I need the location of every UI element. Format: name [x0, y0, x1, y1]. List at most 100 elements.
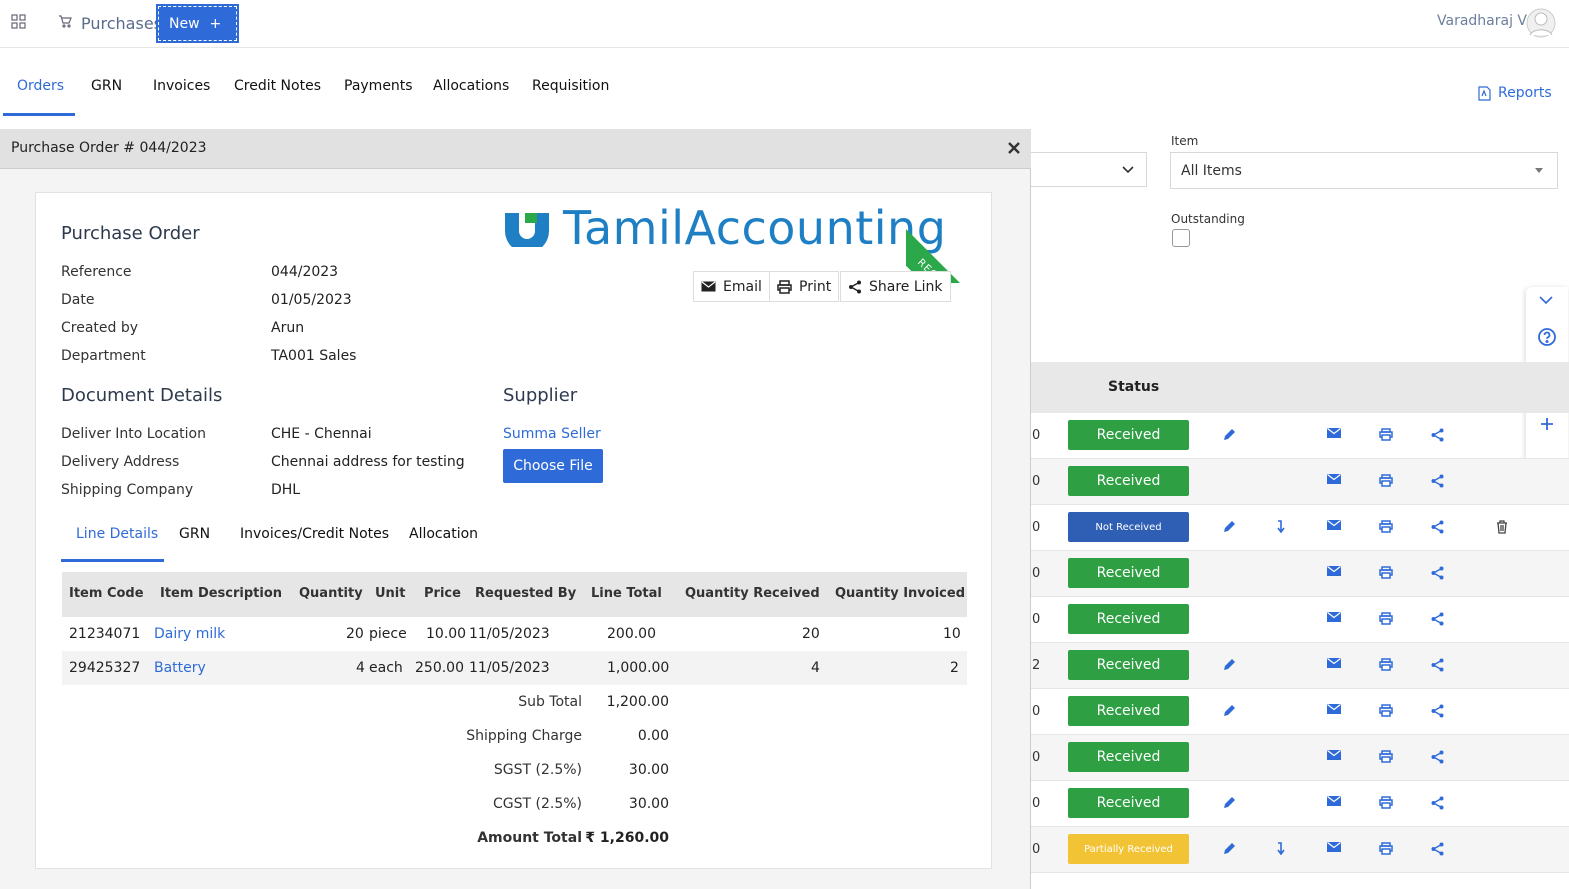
- th-quantity-received[interactable]: Quantity Received: [685, 586, 820, 601]
- list-row[interactable]: 0 Not Received: [1030, 505, 1569, 551]
- row-count-cell: 0: [1032, 566, 1041, 581]
- subtab-allocation[interactable]: Allocation: [409, 526, 478, 542]
- list-row[interactable]: 2 Received: [1030, 643, 1569, 689]
- email-icon[interactable]: [1327, 796, 1341, 807]
- th-quantity[interactable]: Quantity: [299, 586, 363, 601]
- status-column-header[interactable]: Status: [1108, 379, 1159, 395]
- supplier-link[interactable]: Summa Seller: [503, 426, 601, 442]
- edit-icon[interactable]: [1223, 520, 1236, 533]
- share-icon[interactable]: [1431, 428, 1444, 442]
- share-link-button[interactable]: Share Link: [840, 271, 951, 302]
- avatar[interactable]: [1526, 6, 1556, 40]
- edit-icon[interactable]: [1223, 796, 1236, 809]
- cell-unit: piece: [369, 626, 407, 642]
- print-icon[interactable]: [1379, 474, 1393, 487]
- share-icon[interactable]: [1431, 750, 1444, 764]
- choose-file-button[interactable]: Choose File: [503, 449, 603, 483]
- tab-orders[interactable]: Orders: [17, 78, 64, 94]
- print-icon[interactable]: [1379, 658, 1393, 671]
- email-icon[interactable]: [1327, 750, 1341, 761]
- cgst-label: CGST (2.5%): [492, 796, 582, 812]
- th-requested-by[interactable]: Requested By: [475, 586, 576, 601]
- email-icon[interactable]: [1327, 566, 1341, 577]
- print-icon[interactable]: [1379, 566, 1393, 579]
- outstanding-checkbox[interactable]: [1172, 229, 1190, 247]
- print-icon[interactable]: [1379, 750, 1393, 763]
- edit-icon[interactable]: [1223, 428, 1236, 441]
- receive-icon[interactable]: [1275, 520, 1287, 534]
- status-badge: Not Received: [1068, 512, 1189, 542]
- new-button[interactable]: New +: [156, 4, 239, 43]
- help-icon[interactable]: [1537, 327, 1557, 347]
- th-item-description[interactable]: Item Description: [160, 586, 282, 601]
- status-badge: Received: [1068, 604, 1189, 634]
- reports-link[interactable]: Reports: [1478, 85, 1552, 101]
- edit-icon[interactable]: [1223, 704, 1236, 717]
- print-icon[interactable]: [1379, 796, 1393, 809]
- receive-icon[interactable]: [1275, 842, 1287, 856]
- share-icon[interactable]: [1431, 520, 1444, 534]
- cell-item-description[interactable]: Battery: [154, 660, 206, 676]
- tab-invoices[interactable]: Invoices: [153, 78, 210, 94]
- list-row[interactable]: 0 Received: [1030, 781, 1569, 827]
- tab-allocations[interactable]: Allocations: [433, 78, 509, 94]
- list-row[interactable]: 0 Received: [1030, 735, 1569, 781]
- email-icon[interactable]: [1327, 612, 1341, 623]
- purchase-order-heading: Purchase Order: [61, 223, 200, 244]
- th-unit[interactable]: Unit: [375, 586, 405, 601]
- email-button[interactable]: Email: [693, 271, 770, 302]
- cell-quantity: 4: [356, 660, 365, 676]
- row-count-cell: 0: [1032, 842, 1041, 857]
- close-icon[interactable]: [1007, 141, 1021, 155]
- email-icon[interactable]: [1327, 520, 1341, 531]
- print-icon[interactable]: [1379, 428, 1393, 441]
- share-icon[interactable]: [1431, 796, 1444, 810]
- user-name[interactable]: Varadharaj V: [1437, 13, 1527, 29]
- print-icon[interactable]: [1379, 612, 1393, 625]
- email-icon[interactable]: [1327, 842, 1341, 853]
- tab-requisition[interactable]: Requisition: [532, 78, 609, 94]
- tab-grn[interactable]: GRN: [91, 78, 122, 94]
- list-row[interactable]: 0 Partially Received: [1030, 827, 1569, 873]
- subtab-line-details[interactable]: Line Details: [76, 526, 158, 542]
- email-icon[interactable]: [1327, 704, 1341, 715]
- subtab-invoices-credit-notes[interactable]: Invoices/Credit Notes: [240, 526, 389, 542]
- list-row[interactable]: 0 Received: [1030, 459, 1569, 505]
- share-icon[interactable]: [1431, 704, 1444, 718]
- print-button[interactable]: Print: [769, 271, 840, 302]
- item-filter-select[interactable]: All Items: [1170, 152, 1558, 189]
- tab-payments[interactable]: Payments: [344, 78, 413, 94]
- envelope-icon: [701, 281, 716, 292]
- share-icon[interactable]: [1431, 658, 1444, 672]
- share-icon[interactable]: [1431, 474, 1444, 488]
- subtab-grn[interactable]: GRN: [179, 526, 210, 542]
- print-icon[interactable]: [1379, 520, 1393, 533]
- th-price[interactable]: Price: [424, 586, 461, 601]
- list-row[interactable]: 0 Received: [1030, 689, 1569, 735]
- list-row[interactable]: 0 Received: [1030, 551, 1569, 597]
- list-row[interactable]: 0 Received: [1030, 413, 1569, 459]
- print-icon[interactable]: [1379, 842, 1393, 855]
- th-line-total[interactable]: Line Total: [591, 586, 662, 601]
- email-icon[interactable]: [1327, 428, 1341, 439]
- share-icon[interactable]: [1431, 612, 1444, 626]
- list-row[interactable]: 0 Received: [1030, 597, 1569, 643]
- chevron-down-icon[interactable]: [1537, 293, 1555, 307]
- edit-icon[interactable]: [1223, 658, 1236, 671]
- email-icon[interactable]: [1327, 474, 1341, 485]
- cell-line-total: 200.00: [607, 626, 656, 642]
- print-icon[interactable]: [1379, 704, 1393, 717]
- shipping-company-value: DHL: [271, 482, 301, 498]
- email-icon[interactable]: [1327, 658, 1341, 669]
- delete-icon[interactable]: [1496, 520, 1508, 534]
- totals-section: Sub Total 1,200.00 Shipping Charge 0.00 …: [62, 685, 967, 855]
- cell-item-description[interactable]: Dairy milk: [154, 626, 225, 642]
- th-item-code[interactable]: Item Code: [69, 586, 144, 601]
- app-title[interactable]: Purchases: [81, 14, 162, 33]
- edit-icon[interactable]: [1223, 842, 1236, 855]
- apps-grid-icon[interactable]: [11, 14, 26, 29]
- tab-credit-notes[interactable]: Credit Notes: [234, 78, 321, 94]
- share-icon[interactable]: [1431, 566, 1444, 580]
- th-quantity-invoiced[interactable]: Quantity Invoiced: [835, 586, 965, 601]
- share-icon[interactable]: [1431, 842, 1444, 856]
